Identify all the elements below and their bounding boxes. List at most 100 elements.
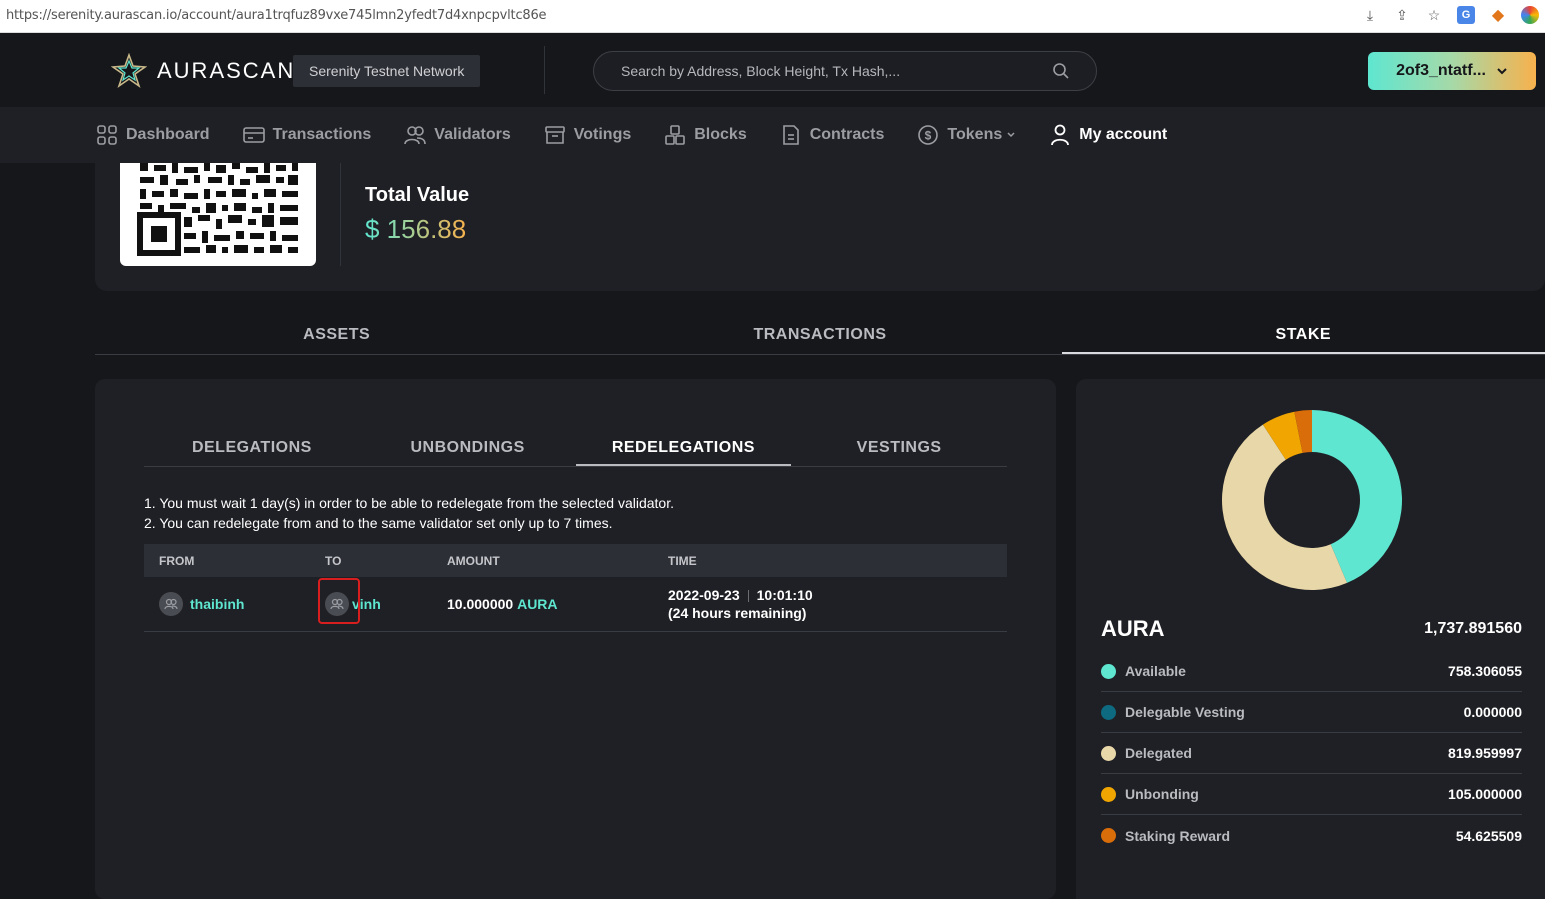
summary-label: Delegated — [1125, 745, 1192, 761]
balance-donut-chart — [1222, 410, 1402, 590]
search-input[interactable] — [621, 52, 1041, 90]
nav-item-transactions[interactable]: Transactions — [242, 124, 372, 146]
account-tabs: ASSETS TRANSACTIONS STAKE — [95, 315, 1545, 355]
account-summary-card: Total Value $ 156.88 — [95, 163, 1545, 291]
metamask-extension-icon[interactable]: ◆ — [1489, 6, 1507, 24]
summary-label: Staking Reward — [1125, 827, 1231, 844]
summary-row-delegated: Delegated 819.959997 — [1101, 733, 1522, 774]
browser-bar: https://serenity.aurascan.io/account/aur… — [0, 0, 1545, 33]
validator-to: vinh — [318, 578, 447, 624]
qr-code-image — [137, 163, 298, 256]
votings-icon — [544, 126, 565, 144]
tab-stake[interactable]: STAKE — [1061, 315, 1545, 354]
summary-value: 819.959997 — [1448, 745, 1522, 761]
total-value-amount: $ 156.88 — [365, 214, 467, 244]
summary-value: 54.625509 — [1455, 827, 1522, 844]
summary-label: Unbonding — [1125, 786, 1199, 802]
nav-label: Contracts — [809, 126, 885, 143]
table-row: thaibinh vinh 10.000000 AURA 2022-09-23 1… — [144, 577, 1007, 632]
balance-summary-panel: AURA 1,737.891560 Available 758.306055 D… — [1076, 379, 1545, 899]
legend-dot — [1101, 828, 1116, 843]
summary-value: 0.000000 — [1463, 704, 1522, 720]
to-cell: vinh — [318, 578, 447, 624]
user-icon — [1051, 124, 1070, 146]
redelegation-notes: 1. You must wait 1 day(s) in order to be… — [144, 493, 674, 533]
note-line: 1. You must wait 1 day(s) in order to be… — [144, 495, 674, 511]
tokens-icon: $ — [918, 125, 939, 145]
nav-item-blocks[interactable]: Blocks — [664, 124, 747, 146]
bookmark-star-icon[interactable]: ☆ — [1425, 6, 1443, 24]
network-badge: Serenity Testnet Network — [293, 55, 481, 87]
nav-item-my-account[interactable]: My account — [1049, 124, 1167, 146]
column-header-time: TIME — [668, 553, 697, 568]
nav-list: Dashboard Transactions Validators Voting… — [96, 107, 1200, 163]
summary-total: 1,737.891560 — [1424, 620, 1522, 637]
nav-item-dashboard[interactable]: Dashboard — [96, 124, 210, 146]
time-clock: 10:01:10 — [756, 587, 813, 603]
site-header: AURASCAN Serenity Testnet Network 2of3_n… — [0, 34, 1545, 107]
stake-panel: DELEGATIONS UNBONDINGS REDELEGATIONS VES… — [95, 379, 1056, 899]
browser-toolbar: ⤓ ⇪ ☆ G ◆ — [1361, 6, 1539, 24]
column-header-to: TO — [325, 553, 342, 568]
tab-redelegations[interactable]: REDELEGATIONS — [575, 431, 792, 466]
transactions-icon — [242, 127, 265, 143]
summary-token: AURA — [1101, 616, 1165, 641]
search-box — [593, 51, 1097, 91]
summary-label: Delegable Vesting — [1125, 704, 1245, 720]
note-line: 2. You can redelegate from and to the sa… — [144, 515, 613, 531]
nav-item-votings[interactable]: Votings — [544, 124, 631, 146]
summary-row-delegable-vesting: Delegable Vesting 0.000000 — [1101, 692, 1522, 733]
validators-icon — [404, 126, 427, 145]
validator-from: thaibinh — [159, 592, 325, 616]
nav-item-tokens[interactable]: $ Tokens — [917, 124, 1016, 146]
color-extension-icon[interactable] — [1521, 6, 1539, 24]
download-icon[interactable]: ⤓ — [1361, 6, 1379, 24]
translate-extension-icon[interactable]: G — [1457, 6, 1475, 24]
summary-header: AURA 1,737.891560 — [1101, 616, 1522, 642]
header-divider — [544, 46, 545, 94]
contracts-icon — [782, 125, 799, 145]
column-header-from: FROM — [159, 553, 195, 568]
nav-label: Transactions — [272, 126, 372, 143]
wallet-button[interactable]: 2of3_ntatf... — [1368, 52, 1536, 90]
total-value-label: Total Value — [365, 184, 470, 206]
tab-unbondings[interactable]: UNBONDINGS — [360, 431, 576, 466]
tab-assets[interactable]: ASSETS — [95, 315, 578, 354]
nav-item-validators[interactable]: Validators — [404, 124, 511, 146]
summary-row-unbonding: Unbonding 105.000000 — [1101, 774, 1522, 815]
validator-avatar-icon[interactable] — [159, 592, 183, 616]
card-divider — [340, 163, 341, 266]
validator-avatar-icon[interactable] — [318, 578, 360, 624]
from-cell: thaibinh — [144, 592, 325, 616]
blocks-icon — [665, 125, 686, 145]
amount-cell: 10.000000 AURA — [447, 596, 668, 612]
amount-denom: AURA — [517, 596, 558, 612]
time-remaining: (24 hours remaining) — [668, 605, 807, 621]
nav-item-contracts[interactable]: Contracts — [780, 124, 885, 146]
validator-link-from[interactable]: thaibinh — [190, 596, 244, 612]
summary-row-available: Available 758.306055 — [1101, 651, 1522, 692]
legend-dot — [1101, 663, 1116, 679]
summary-label: Available — [1125, 663, 1186, 679]
legend-dot — [1101, 745, 1116, 761]
wallet-label: 2of3_ntatf... — [1396, 62, 1486, 79]
time-separator — [747, 590, 749, 603]
svg-text:$: $ — [925, 129, 932, 143]
tab-vestings[interactable]: VESTINGS — [791, 431, 1007, 466]
legend-dot — [1101, 786, 1116, 802]
summary-rows: Available 758.306055 Delegable Vesting 0… — [1101, 651, 1522, 856]
chevron-down-icon — [1497, 68, 1507, 75]
address-bar-url[interactable]: https://serenity.aurascan.io/account/aur… — [6, 8, 547, 23]
legend-dot — [1101, 704, 1116, 720]
aurascan-logo[interactable]: AURASCAN — [111, 53, 295, 89]
dashboard-icon — [97, 125, 117, 145]
search-icon[interactable] — [1052, 62, 1070, 80]
redelegations-table: FROM TO AMOUNT TIME thaibinh vinh 10.000… — [144, 544, 1007, 632]
stake-sub-tabs: DELEGATIONS UNBONDINGS REDELEGATIONS VES… — [144, 431, 1007, 467]
time-datetime: 2022-09-23 10:01:10 — [668, 586, 1007, 604]
tab-delegations[interactable]: DELEGATIONS — [144, 431, 360, 466]
tab-transactions[interactable]: TRANSACTIONS — [578, 315, 1061, 354]
logo-text: AURASCAN — [157, 58, 296, 83]
share-icon[interactable]: ⇪ — [1393, 6, 1411, 24]
nav-label: Validators — [434, 126, 511, 143]
